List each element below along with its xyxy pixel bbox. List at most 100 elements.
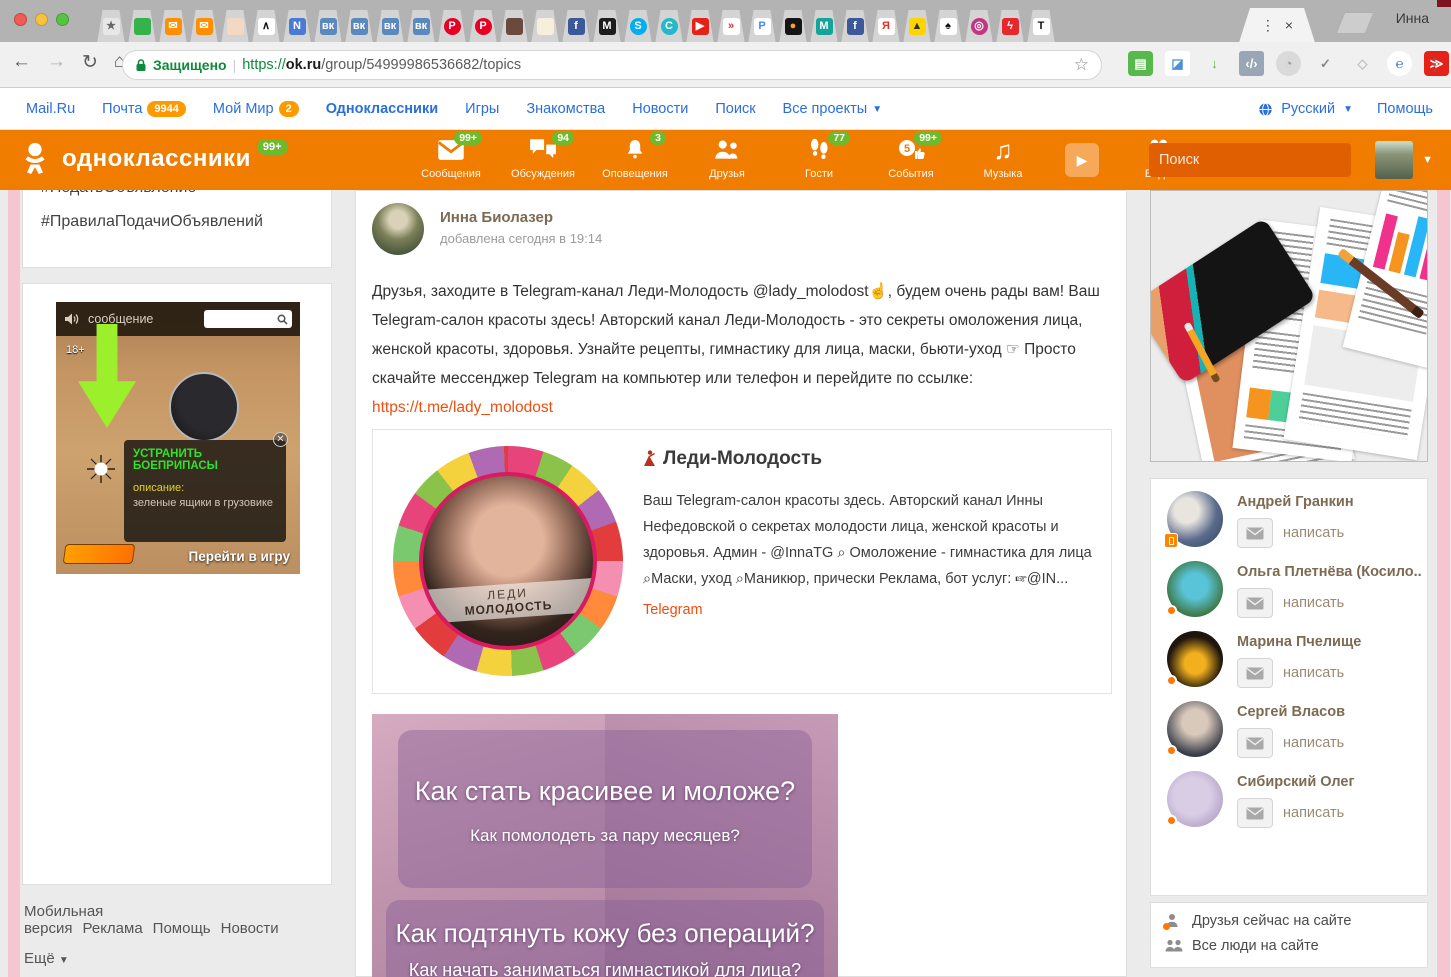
all-people-link[interactable]: Все люди на сайте [1165,938,1413,954]
extension-icon[interactable]: ↓ [1202,51,1227,76]
browser-tab[interactable] [495,10,533,42]
reload-button[interactable]: ↻ [82,51,98,74]
write-message-label[interactable]: написать [1283,595,1344,611]
write-message-label[interactable]: написать [1283,805,1344,821]
extension-icon[interactable]: ◇ [1350,51,1375,76]
friend-name[interactable]: Ольга Плетнёва (Косило... [1237,564,1422,580]
friend-avatar[interactable] [1167,631,1223,687]
fullscreen-window-button[interactable] [56,13,69,26]
mailru-nav-item[interactable]: Новости [632,101,688,117]
friends-online-link[interactable]: Друзья сейчас на сайте [1165,913,1413,929]
browser-tab[interactable]: f [557,10,595,42]
browser-tab[interactable]: P [464,10,502,42]
footer-link[interactable]: Реклама [83,920,143,937]
browser-tab[interactable]: S [619,10,657,42]
extension-icon[interactable]: ✓ [1313,51,1338,76]
more-link[interactable]: Ещё ▼ [24,950,344,967]
active-tab[interactable]: ⋮ × [1232,8,1322,42]
bookmark-star-icon[interactable]: ☆ [1074,55,1089,75]
browser-tab[interactable] [123,10,161,42]
extension-icon[interactable]: ◔ [1276,51,1301,76]
browser-menu-icon[interactable]: ⋮ [1426,55,1443,75]
search-input[interactable] [1159,152,1346,168]
browser-tab[interactable] [216,10,254,42]
nav-play-tile[interactable]: ▶ [1062,135,1102,180]
browser-tab[interactable]: Я [867,10,905,42]
post-author-avatar[interactable] [372,203,424,255]
mailru-nav-item[interactable]: Поиск [715,101,755,117]
ok-search[interactable] [1149,143,1351,177]
extension-icon[interactable]: ▤ [1128,51,1153,76]
browser-tab[interactable]: ϟ [991,10,1029,42]
mailru-nav-item[interactable]: Одноклассники [326,101,438,117]
browser-tab[interactable]: ♠ [929,10,967,42]
post-image[interactable]: Как стать красивее и моложе? Как помолод… [372,714,838,977]
browser-tab[interactable]: N [278,10,316,42]
friend-avatar[interactable] [1167,771,1223,827]
post-author-name[interactable]: Инна Биолазер [440,209,553,226]
extension-icon[interactable]: ℮ [1387,51,1412,76]
header-avatar[interactable] [1375,141,1413,179]
browser-tab[interactable]: ✉ [154,10,192,42]
write-message-button[interactable] [1237,798,1273,828]
go-to-game-link[interactable]: Перейти в игру [189,549,290,564]
friend-avatar[interactable] [1167,701,1223,757]
browser-profile-name[interactable]: Инна [1396,10,1429,26]
address-bar[interactable]: Защищено | https://ok.ru/group/549999865… [122,50,1102,80]
mailru-nav-item[interactable]: Mail.Ru [26,101,75,117]
hashtag-link[interactable]: #ПравилаПодачиОбъявлений [41,213,313,231]
write-message-button[interactable] [1237,658,1273,688]
browser-tab[interactable]: ● [774,10,812,42]
nav-music[interactable]: ♫ Музыка [970,135,1036,180]
write-message-label[interactable]: написать [1283,665,1344,681]
write-message-label[interactable]: написать [1283,735,1344,751]
nav-notifications[interactable]: 3 Оповещения [602,135,668,180]
new-tab-button[interactable] [1336,12,1375,34]
browser-tab[interactable]: » [712,10,750,42]
friend-avatar[interactable] [1167,561,1223,617]
write-message-button[interactable] [1237,588,1273,618]
friend-name[interactable]: Андрей Гранкин [1237,494,1354,510]
friend-name[interactable]: Марина Пчелище [1237,634,1361,650]
browser-tab[interactable]: M [805,10,843,42]
language-selector[interactable]: Русский [1281,101,1335,117]
close-window-button[interactable] [14,13,27,26]
browser-tab[interactable]: ★ [92,10,130,42]
browser-tab[interactable]: C [650,10,688,42]
nav-friends[interactable]: Друзья [694,135,760,180]
footer-link[interactable]: Новости [221,920,279,937]
browser-tab[interactable]: M [588,10,626,42]
browser-tab[interactable]: P [433,10,471,42]
mailru-nav-item[interactable]: Игры [465,101,499,117]
friend-name[interactable]: Сибирский Олег [1237,774,1355,790]
browser-tab[interactable]: ◎ [960,10,998,42]
nav-events[interactable]: 99+ 5 События [878,135,944,180]
write-message-label[interactable]: написать [1283,525,1344,541]
ad-search-box[interactable] [204,310,292,328]
extension-icon[interactable]: ◪ [1165,51,1190,76]
mailru-nav-item[interactable]: Знакомства [526,101,605,117]
tab-close-icon[interactable]: × [1285,17,1293,33]
write-message-button[interactable] [1237,728,1273,758]
browser-tab[interactable]: ▲ [898,10,936,42]
browser-tab[interactable] [526,10,564,42]
link-preview-card[interactable]: ЛЕДИ МОЛОДОСТЬ Леди-Молодость Ваш Telegr… [372,429,1112,694]
nav-messages[interactable]: 99+ Сообщения [418,135,484,180]
mailru-nav-item[interactable]: Мой Мир 2 [213,101,299,117]
channel-title[interactable]: Леди-Молодость [643,448,822,470]
telegram-source-link[interactable]: Telegram [643,602,703,618]
close-icon[interactable]: ✕ [273,432,288,447]
browser-tab[interactable]: вк [402,10,440,42]
forward-button[interactable]: → [47,51,66,74]
browser-tab[interactable]: T [1022,10,1060,42]
footer-link[interactable]: Помощь [153,920,211,937]
friend-name[interactable]: Сергей Власов [1237,704,1345,720]
back-button[interactable]: ← [12,51,31,74]
browser-tab[interactable]: ▶ [681,10,719,42]
minimize-window-button[interactable] [35,13,48,26]
ad-collage-image[interactable] [1150,190,1428,462]
friend-avatar[interactable] [1167,491,1223,547]
write-message-button[interactable] [1237,518,1273,548]
browser-tab[interactable]: P [743,10,781,42]
mailru-nav-item[interactable]: Все проекты ▼ [783,101,883,117]
